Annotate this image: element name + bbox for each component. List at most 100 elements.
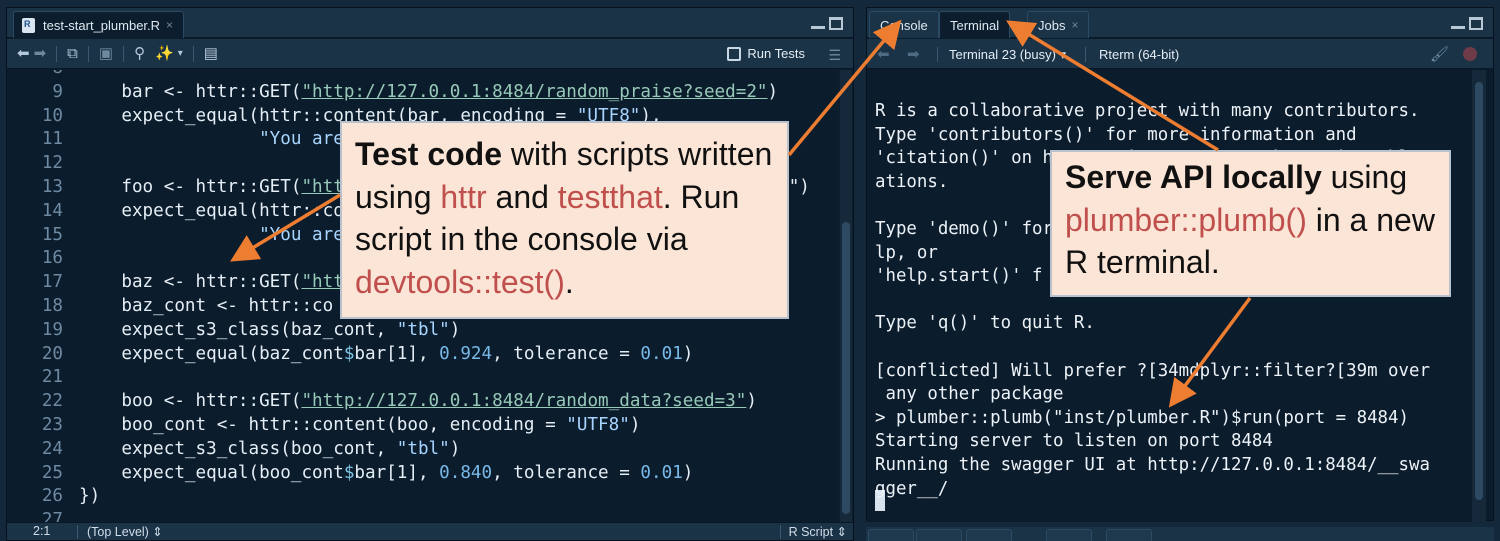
tab-console-label: Console bbox=[880, 17, 928, 33]
run-tests-icon bbox=[727, 46, 742, 61]
scrollbar-thumb[interactable] bbox=[1475, 82, 1483, 500]
terminal-selector[interactable]: Terminal 23 (busy) ▾ bbox=[949, 47, 1066, 63]
code-text: boo_cont <- httr::content(boo, encoding … bbox=[79, 415, 641, 435]
forward-arrow-icon[interactable]: ➡ bbox=[907, 47, 920, 62]
line-number: 13 bbox=[41, 177, 63, 197]
maximize-icon[interactable] bbox=[829, 17, 843, 30]
line-number: 9 bbox=[52, 81, 63, 102]
back-arrow-icon[interactable]: ⬅ bbox=[877, 47, 890, 62]
line-number: 12 bbox=[41, 153, 63, 174]
chevron-down-icon[interactable]: ▾ bbox=[178, 48, 183, 59]
editor-scrollbar[interactable] bbox=[840, 70, 852, 524]
save-icon[interactable]: ▣ bbox=[99, 46, 113, 61]
search-icon[interactable]: ⚲ bbox=[134, 46, 145, 61]
editor-tab[interactable]: test-start_plumber.R × bbox=[13, 11, 185, 38]
tab-console[interactable]: Console bbox=[869, 11, 939, 38]
annotation-text: and bbox=[486, 178, 558, 215]
line-number: 8 bbox=[7, 70, 63, 80]
line-number: 25 bbox=[41, 462, 63, 483]
minimize-icon[interactable] bbox=[1451, 17, 1465, 29]
line-number: 14 bbox=[41, 200, 63, 221]
close-icon[interactable]: × bbox=[166, 18, 173, 32]
line-number: 24 bbox=[41, 438, 63, 459]
code-text: expect_equal(baz_cont$bar[1], 0.924, tol… bbox=[79, 343, 694, 364]
back-arrow-icon[interactable]: ⬅ bbox=[17, 46, 30, 61]
files-pane-tabbar bbox=[866, 527, 1494, 541]
editor-toolbar: ⬅ ➡ ⧉ ▣ ⚲ ✨ ▾ ▤ Run Tests ☰ bbox=[7, 39, 853, 69]
clear-brush-icon[interactable]: 🖌 bbox=[1430, 45, 1449, 63]
annotation-text: . bbox=[564, 263, 574, 300]
code-line: 26}) bbox=[7, 484, 837, 508]
line-number: 10 bbox=[41, 105, 63, 126]
forward-arrow-icon[interactable]: ➡ bbox=[34, 46, 47, 61]
magic-wand-icon[interactable]: ✨ bbox=[155, 46, 174, 61]
code-line: 8 bbox=[7, 70, 837, 80]
tab-jobs-label: Jobs bbox=[1038, 17, 1066, 33]
terminal-line: gger__/ bbox=[875, 478, 949, 499]
terminal-toolbar: ⬅ ➡ Terminal 23 (busy) ▾ Rterm (64-bit) … bbox=[867, 39, 1493, 69]
cursor-position: 2:1 bbox=[33, 524, 51, 538]
run-tests-button[interactable]: Run Tests bbox=[727, 46, 805, 61]
run-tests-label: Run Tests bbox=[747, 46, 805, 61]
terminal-scrollbar[interactable] bbox=[1472, 70, 1486, 522]
code-text: expect_equal(boo_cont$bar[1], 0.840, tol… bbox=[79, 462, 694, 483]
code-line: 25 expect_equal(boo_cont$bar[1], 0.840, … bbox=[7, 461, 837, 485]
line-number: 23 bbox=[41, 415, 63, 435]
line-number: 17 bbox=[41, 272, 63, 293]
tab-jobs[interactable]: Jobs × bbox=[1027, 11, 1090, 38]
editor-statusbar: 2:1 (Top Level) ⇕ R Script ⇕ bbox=[7, 522, 853, 540]
code-text: "You are bbox=[79, 129, 344, 150]
terminal-line: Type 'contributors()' for more informati… bbox=[875, 124, 1357, 145]
code-text: expect_equal(httr::co bbox=[79, 200, 344, 221]
annotation-serve-api: Serve API locally using plumber::plumb()… bbox=[1050, 150, 1451, 297]
terminal-line: [conflicted] Will prefer ?[34mdplyr::fil… bbox=[875, 360, 1430, 381]
compile-report-icon[interactable]: ▤ bbox=[204, 46, 218, 61]
code-line: 9 bar <- httr::GET("http://127.0.0.1:848… bbox=[7, 80, 837, 104]
terminal-line: Type 'q()' to quit R. bbox=[875, 313, 1095, 334]
minimize-icon[interactable] bbox=[811, 17, 825, 29]
line-number: 11 bbox=[41, 129, 63, 150]
document-outline-icon[interactable]: ☰ bbox=[828, 47, 841, 64]
line-number: 20 bbox=[41, 343, 63, 364]
maximize-icon[interactable] bbox=[1469, 17, 1483, 30]
code-line: 22 boo <- httr::GET("http://127.0.0.1:84… bbox=[7, 389, 837, 413]
annotation-highlight: plumber::plumb() bbox=[1065, 201, 1307, 238]
terminal-line: lp, or bbox=[875, 242, 938, 263]
code-text: "You are bbox=[79, 224, 344, 245]
annotation-test-code: Test code with scripts written using htt… bbox=[340, 121, 789, 319]
code-text: expect_s3_class(boo_cont, "tbl") bbox=[79, 438, 461, 459]
terminal-type: Rterm (64-bit) bbox=[1099, 47, 1180, 62]
tab-files[interactable] bbox=[868, 529, 914, 541]
terminal-line: Starting server to listen on port 8484 bbox=[875, 431, 1273, 452]
line-number: 21 bbox=[41, 367, 63, 388]
line-number: 18 bbox=[41, 296, 63, 316]
annotation-highlight: httr bbox=[440, 178, 487, 215]
code-line: 24 expect_s3_class(boo_cont, "tbl") bbox=[7, 437, 837, 461]
scope-selector[interactable]: (Top Level) ⇕ bbox=[87, 524, 163, 539]
tab-viewer[interactable] bbox=[1106, 529, 1152, 541]
tab-terminal[interactable]: Terminal bbox=[939, 11, 1011, 38]
terminal-line: Running the swagger UI at http://127.0.0… bbox=[875, 455, 1430, 475]
close-icon[interactable]: × bbox=[1071, 18, 1078, 32]
terminal-line: ations. bbox=[875, 171, 949, 192]
annotation-highlight: devtools::test() bbox=[355, 263, 565, 300]
code-text: expect_s3_class(baz_cont, "tbl") bbox=[79, 319, 461, 340]
rstudio-window: test-start_plumber.R × ⬅ ➡ ⧉ ▣ ⚲ ✨ ▾ ▤ R… bbox=[0, 0, 1500, 541]
terminal-line: > plumber::plumb("inst/plumber.R")$run(p… bbox=[875, 407, 1409, 428]
r-file-icon bbox=[22, 17, 35, 33]
tab-help[interactable] bbox=[1046, 529, 1092, 541]
annotation-heading: Serve API locally bbox=[1065, 159, 1322, 195]
scrollbar-thumb[interactable] bbox=[842, 222, 850, 514]
editor-tabbar: test-start_plumber.R × bbox=[7, 8, 853, 38]
terminal-line: any other package bbox=[875, 384, 1064, 405]
code-line: 20 expect_equal(baz_cont$bar[1], 0.924, … bbox=[7, 342, 837, 366]
tab-plots[interactable] bbox=[916, 529, 962, 541]
terminal-line: R is a collaborative project with many c… bbox=[875, 101, 1420, 121]
code-text: baz_cont <- httr::co bbox=[79, 296, 334, 316]
code-text: bar <- httr::GET("http://127.0.0.1:8484/… bbox=[79, 81, 779, 102]
stop-icon[interactable] bbox=[1463, 47, 1477, 61]
file-type-selector[interactable]: R Script ⇕ bbox=[789, 524, 847, 539]
tab-terminal-label: Terminal bbox=[950, 17, 1000, 33]
tab-packages[interactable] bbox=[966, 529, 1012, 541]
show-in-window-icon[interactable]: ⧉ bbox=[67, 46, 78, 61]
